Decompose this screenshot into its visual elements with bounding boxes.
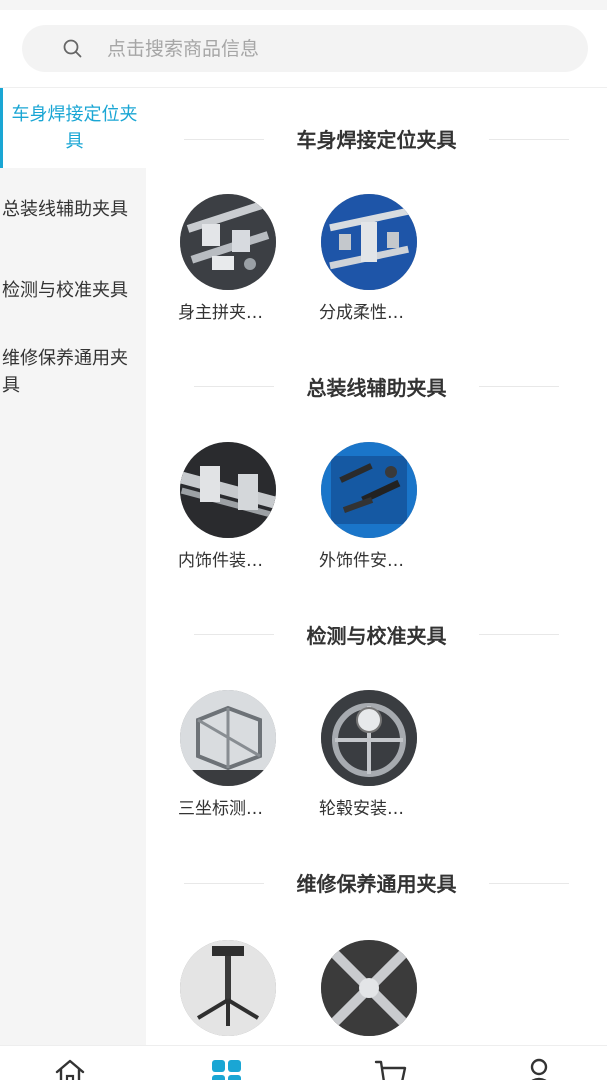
product-name: 三坐标测… xyxy=(178,799,263,819)
product-name: 轮毂安装… xyxy=(319,799,404,819)
sidebar-item-assembly-line[interactable]: 总装线辅助夹具 xyxy=(0,196,146,223)
product-card[interactable] xyxy=(319,940,439,1048)
product-card[interactable]: 轮毂安装… xyxy=(319,690,439,820)
sidebar-item-label: 检测与校准夹具 xyxy=(2,280,128,301)
product-card[interactable]: 内饰件装… xyxy=(178,442,298,572)
home-icon[interactable] xyxy=(53,1056,87,1080)
product-image xyxy=(321,690,417,786)
status-strip xyxy=(0,0,607,10)
sidebar-item-body-welding[interactable]: 车身焊接定位夹具 xyxy=(0,88,146,168)
product-image xyxy=(180,194,276,290)
product-image xyxy=(180,690,276,786)
section-title: 维修保养通用夹具 xyxy=(296,872,457,896)
product-card[interactable]: 分成柔性… xyxy=(319,194,439,324)
product-image xyxy=(180,940,276,1036)
product-image xyxy=(180,442,276,538)
bottom-nav xyxy=(0,1045,607,1080)
sidebar-item-maintenance[interactable]: 维修保养通用夹具 xyxy=(0,345,146,399)
product-name: 外饰件安… xyxy=(319,551,404,571)
search-icon xyxy=(63,39,82,58)
category-sidebar: 车身焊接定位夹具 总装线辅助夹具 检测与校准夹具 维修保养通用夹具 xyxy=(0,88,146,1045)
search-placeholder: 点击搜索商品信息 xyxy=(107,38,260,60)
cart-icon[interactable] xyxy=(374,1056,408,1080)
product-card[interactable] xyxy=(178,940,298,1048)
sidebar-item-label: 总装线辅助夹具 xyxy=(2,199,128,220)
category-content: 车身焊接定位夹具 身主拼夹… 分成柔性… 总装线辅助夹具 内饰件装… 外饰件安…… xyxy=(146,88,607,1045)
product-image xyxy=(321,194,417,290)
sidebar-item-label: 维修保养通用夹具 xyxy=(2,348,128,396)
product-name: 分成柔性… xyxy=(319,303,404,323)
product-image xyxy=(321,442,417,538)
section-title: 总装线辅助夹具 xyxy=(306,376,447,400)
category-icon[interactable] xyxy=(210,1056,244,1080)
product-image xyxy=(321,940,417,1036)
section-title: 车身焊接定位夹具 xyxy=(296,128,457,152)
sidebar-item-inspection[interactable]: 检测与校准夹具 xyxy=(0,277,146,304)
search-bar[interactable]: 点击搜索商品信息 xyxy=(22,25,588,72)
product-card[interactable]: 外饰件安… xyxy=(319,442,439,572)
product-name: 身主拼夹… xyxy=(178,303,263,323)
product-card[interactable]: 三坐标测… xyxy=(178,690,298,820)
product-name: 内饰件装… xyxy=(178,551,263,571)
sidebar-item-label: 车身焊接定位夹具 xyxy=(11,104,138,152)
user-icon[interactable] xyxy=(522,1056,556,1080)
section-title: 检测与校准夹具 xyxy=(306,624,447,648)
product-card[interactable]: 身主拼夹… xyxy=(178,194,298,324)
